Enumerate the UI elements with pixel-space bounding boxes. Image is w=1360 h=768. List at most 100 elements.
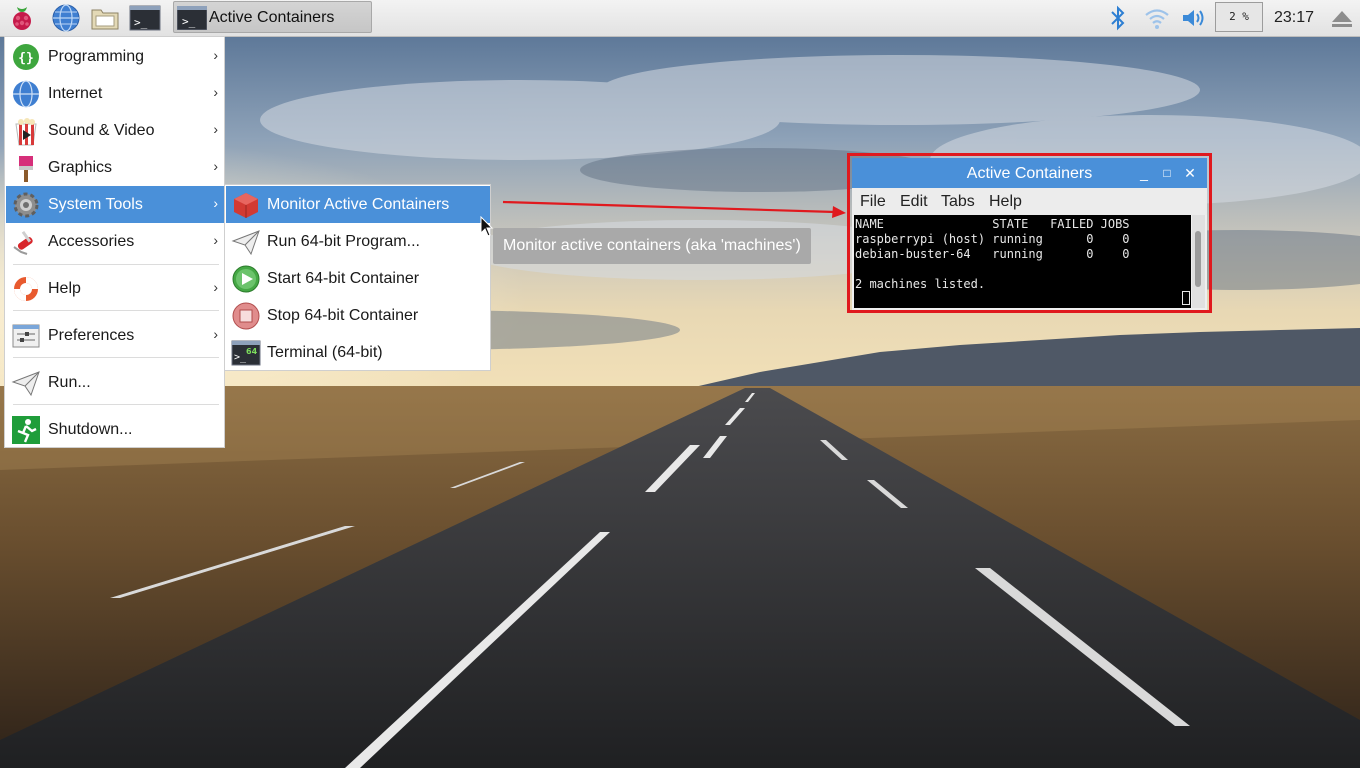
menu-separator bbox=[13, 264, 219, 265]
window-menubar: File Edit Tabs Help bbox=[852, 188, 1207, 215]
terminal-footer-line: 2 machines listed. bbox=[855, 277, 986, 291]
scrollbar-thumb[interactable] bbox=[1195, 231, 1201, 287]
mouse-pointer-icon bbox=[480, 216, 494, 237]
cpu-usage-monitor[interactable]: 2 % bbox=[1215, 2, 1263, 32]
paper-plane-icon bbox=[11, 371, 40, 397]
menubar-tabs[interactable]: Tabs bbox=[941, 193, 975, 211]
wifi-icon[interactable] bbox=[1143, 4, 1171, 32]
window-title: Active Containers bbox=[966, 165, 1093, 182]
raspberry-menu-icon[interactable] bbox=[6, 2, 38, 34]
lifebuoy-icon bbox=[14, 277, 38, 301]
gear-icon bbox=[13, 192, 39, 218]
menu-item-label: Graphics bbox=[48, 159, 113, 176]
popcorn-icon bbox=[15, 118, 37, 146]
paintbrush-icon bbox=[19, 156, 33, 182]
menu-item-internet[interactable]: Internet › bbox=[6, 75, 224, 112]
minimize-button[interactable]: _ bbox=[1135, 164, 1153, 182]
menu-item-help[interactable]: Help › bbox=[6, 270, 224, 307]
menu-item-label: Preferences bbox=[48, 327, 135, 344]
chevron-right-icon: › bbox=[213, 279, 218, 295]
programming-icon: {} bbox=[13, 44, 39, 70]
terminal-icon[interactable]: >_ bbox=[129, 2, 161, 34]
maximize-button[interactable]: □ bbox=[1158, 164, 1176, 182]
tooltip-text: Monitor active containers (aka 'machines… bbox=[503, 237, 801, 254]
menu-item-accessories[interactable]: Accessories › bbox=[6, 223, 224, 260]
preferences-icon bbox=[12, 324, 40, 348]
exit-icon bbox=[12, 416, 40, 444]
terminal-output[interactable]: NAME STATE FAILED JOBS raspberrypi (host… bbox=[854, 215, 1191, 308]
menu-item-shutdown[interactable]: Shutdown... bbox=[6, 411, 224, 448]
menubar-help[interactable]: Help bbox=[989, 193, 1022, 211]
chevron-right-icon: › bbox=[213, 84, 218, 100]
close-button[interactable]: ✕ bbox=[1181, 164, 1199, 182]
svg-text:>_: >_ bbox=[134, 16, 148, 29]
terminal-icon: >_ bbox=[177, 6, 207, 30]
menu-item-system-tools[interactable]: System Tools › bbox=[6, 186, 224, 223]
menu-item-label: Run... bbox=[48, 374, 91, 391]
menu-separator bbox=[13, 357, 219, 358]
submenu-item-stop-64-bit-container[interactable]: Stop 64-bit Container bbox=[226, 297, 490, 334]
menu-item-label: System Tools bbox=[48, 196, 143, 213]
system-tools-submenu: Monitor Active Containers Run 64-bit Pro… bbox=[224, 184, 491, 371]
eject-icon[interactable] bbox=[1330, 4, 1354, 32]
menu-item-label: Help bbox=[48, 280, 81, 297]
submenu-item-terminal-64-bit[interactable]: >_ 64 Terminal (64-bit) bbox=[226, 334, 490, 371]
clock[interactable]: 23:17 bbox=[1274, 9, 1314, 27]
menu-item-label: Sound & Video bbox=[48, 122, 155, 139]
svg-text:64: 64 bbox=[246, 347, 258, 356]
chevron-right-icon: › bbox=[213, 326, 218, 342]
container-box-icon bbox=[234, 193, 258, 218]
submenu-item-label: Run 64-bit Program... bbox=[267, 233, 420, 250]
taskbar-button-label: Active Containers bbox=[209, 9, 335, 26]
terminal-header-line: NAME STATE FAILED JOBS bbox=[855, 217, 1130, 231]
globe-icon bbox=[13, 80, 39, 108]
submenu-item-label: Stop 64-bit Container bbox=[267, 307, 419, 324]
submenu-item-label: Start 64-bit Container bbox=[267, 270, 420, 287]
stop-icon bbox=[232, 302, 260, 330]
web-browser-icon[interactable] bbox=[50, 2, 82, 34]
svg-text:{}: {} bbox=[18, 51, 34, 66]
applications-menu: {} Programming › Internet › Sound & Vide… bbox=[4, 36, 225, 448]
menu-item-graphics[interactable]: Graphics › bbox=[6, 149, 224, 186]
play-icon bbox=[232, 265, 260, 293]
terminal-row: debian-buster-64 running 0 0 bbox=[855, 247, 1130, 261]
menu-item-label: Shutdown... bbox=[48, 421, 133, 438]
menu-item-programming[interactable]: {} Programming › bbox=[6, 38, 224, 75]
menubar-file[interactable]: File bbox=[860, 193, 886, 211]
svg-text:>_: >_ bbox=[182, 15, 196, 28]
menu-separator bbox=[13, 310, 219, 311]
terminal-scrollbar[interactable] bbox=[1192, 215, 1205, 308]
menu-item-label: Programming bbox=[48, 48, 145, 65]
menu-item-label: Internet bbox=[48, 85, 103, 102]
volume-icon[interactable] bbox=[1180, 4, 1208, 32]
submenu-item-label: Monitor Active Containers bbox=[267, 196, 450, 213]
chevron-right-icon: › bbox=[213, 47, 218, 63]
taskbar-button-active-containers[interactable]: >_ Active Containers bbox=[173, 1, 372, 33]
bluetooth-icon[interactable] bbox=[1107, 4, 1129, 32]
paper-plane-icon bbox=[231, 230, 260, 256]
submenu-item-start-64-bit-container[interactable]: Start 64-bit Container bbox=[226, 260, 490, 297]
menu-item-run[interactable]: Run... bbox=[6, 364, 224, 401]
tooltip: Monitor active containers (aka 'machines… bbox=[493, 228, 811, 264]
submenu-item-monitor-active-containers[interactable]: Monitor Active Containers bbox=[226, 186, 490, 223]
annotation-arrow-icon bbox=[502, 200, 846, 218]
terminal-64-icon: >_ 64 bbox=[231, 340, 261, 366]
window-titlebar[interactable]: Active Containers _ □ ✕ bbox=[852, 158, 1207, 188]
menu-item-preferences[interactable]: Preferences › bbox=[6, 317, 224, 354]
menu-item-label: Accessories bbox=[48, 233, 135, 250]
terminal-cursor bbox=[1182, 291, 1190, 305]
file-manager-icon[interactable] bbox=[89, 2, 121, 34]
chevron-right-icon: › bbox=[213, 158, 218, 174]
chevron-right-icon: › bbox=[213, 121, 218, 137]
menu-separator bbox=[13, 404, 219, 405]
submenu-item-label: Terminal (64-bit) bbox=[267, 344, 383, 361]
top-panel: >_ >_ Active Containers 2 % 23:17 bbox=[0, 0, 1360, 37]
submenu-item-run-64-bit-program[interactable]: Run 64-bit Program... bbox=[226, 223, 490, 260]
terminal-window: Active Containers _ □ ✕ File Edit Tabs H… bbox=[852, 158, 1207, 310]
menubar-edit[interactable]: Edit bbox=[900, 193, 928, 211]
chevron-right-icon: › bbox=[213, 195, 218, 211]
terminal-row: raspberrypi (host) running 0 0 bbox=[855, 232, 1130, 246]
chevron-right-icon: › bbox=[213, 232, 218, 248]
menu-item-sound-video[interactable]: Sound & Video › bbox=[6, 112, 224, 149]
knife-icon bbox=[13, 230, 33, 255]
